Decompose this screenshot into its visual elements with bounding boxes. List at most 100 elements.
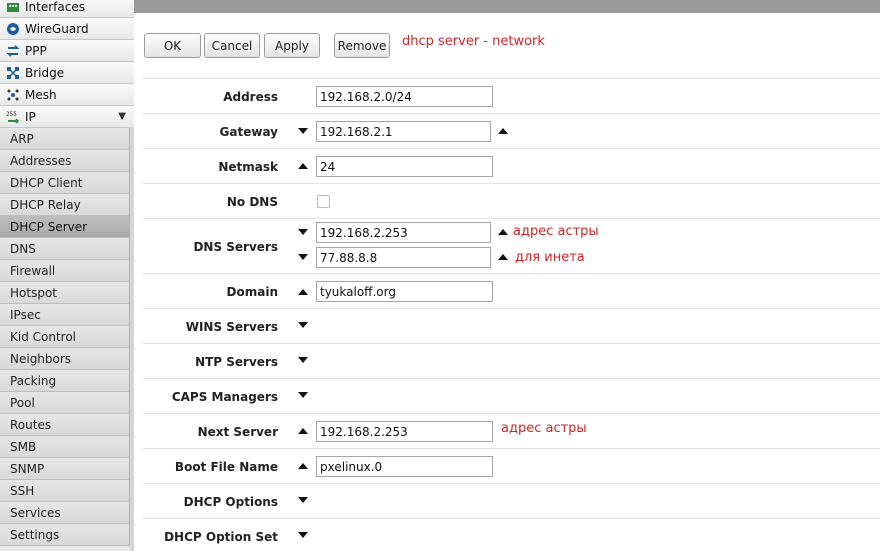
row-separator (143, 78, 880, 79)
sidebar-item-dhcp-client[interactable]: DHCP Client (0, 172, 130, 194)
row-separator (143, 448, 880, 449)
row-separator (143, 148, 880, 149)
domain-label: Domain (226, 285, 278, 299)
row-separator (143, 378, 880, 379)
boot-file-name-input[interactable]: pxelinux.0 (316, 456, 493, 477)
next-server-label: Next Server (197, 425, 278, 439)
dns-server-1-remove-icon[interactable] (298, 229, 308, 235)
gateway-input[interactable]: 192.168.2.1 (316, 121, 491, 142)
caps-managers-add-icon[interactable] (298, 392, 308, 398)
row-separator (143, 183, 880, 184)
submenu-edge (130, 127, 134, 551)
dns-server-1-add-icon[interactable] (498, 229, 508, 235)
ntp-servers-add-icon[interactable] (298, 357, 308, 363)
row-separator (143, 413, 880, 414)
row-separator (143, 518, 880, 519)
row-separator (143, 113, 880, 114)
sidebar-item-dhcp-relay[interactable]: DHCP Relay (0, 194, 130, 216)
row-separator (143, 218, 880, 219)
sidebar-item-services[interactable]: Services (0, 502, 130, 524)
sidebar-item-label: Bridge (25, 65, 65, 80)
netmask-expand-icon[interactable] (298, 163, 308, 169)
sidebar-item-ipsec[interactable]: IPsec (0, 304, 130, 326)
window-top-strip (134, 0, 880, 13)
apply-button[interactable]: Apply (264, 33, 320, 58)
domain-input[interactable]: tyukaloff.org (316, 281, 493, 302)
ntp-servers-label: NTP Servers (195, 355, 278, 369)
row-separator (143, 273, 880, 274)
netmask-input[interactable]: 24 (316, 156, 493, 177)
dns-server-2-input[interactable]: 77.88.8.8 (316, 247, 491, 268)
sidebar-item-wireguard[interactable]: WireGuard (0, 18, 134, 40)
sidebar-item-dhcp-server[interactable]: DHCP Server (0, 216, 130, 238)
sidebar-item-label: Interfaces (25, 0, 85, 14)
address-label: Address (223, 90, 278, 104)
caps-managers-label: CAPS Managers (171, 390, 278, 404)
sidebar-item-arp[interactable]: ARP (0, 128, 130, 150)
gateway-add-icon[interactable] (498, 128, 508, 134)
sidebar-item-neighbors[interactable]: Neighbors (0, 348, 130, 370)
next-server-annotation: адрес астры (501, 421, 587, 436)
sidebar-item-hotspot[interactable]: Hotspot (0, 282, 130, 304)
netmask-label: Netmask (218, 160, 278, 174)
sidebar-item-bridge[interactable]: Bridge (0, 62, 134, 84)
svg-text:255: 255 (6, 111, 17, 118)
sidebar-item-ppp[interactable]: PPP (0, 40, 134, 62)
sidebar-item-dns[interactable]: DNS (0, 238, 130, 260)
sidebar-item-packing[interactable]: Packing (0, 370, 130, 392)
mesh-icon (6, 88, 20, 102)
no-dns-checkbox[interactable] (317, 195, 330, 208)
sidebar-item-ssh[interactable]: SSH (0, 480, 130, 502)
wins-servers-label: WINS Servers (185, 320, 278, 334)
dns-server-1-input[interactable]: 192.168.2.253 (316, 222, 491, 243)
ok-button[interactable]: OK (144, 33, 201, 58)
sidebar-item-label: PPP (25, 43, 47, 58)
address-input[interactable]: 192.168.2.0/24 (316, 86, 493, 107)
sidebar-item-mesh[interactable]: Mesh (0, 84, 134, 106)
ip-icon: 255 (6, 110, 20, 124)
row-separator (143, 343, 880, 344)
next-server-input[interactable]: 192.168.2.253 (316, 421, 493, 442)
dns-server-2-annotation: для инета (515, 250, 585, 265)
chevron-down-icon[interactable]: ▼ (118, 111, 126, 122)
boot-file-name-label: Boot File Name (174, 460, 278, 474)
bridge-icon (6, 66, 20, 80)
remove-button[interactable]: Remove (334, 33, 390, 58)
sidebar-item-label: Mesh (25, 87, 57, 102)
dhcp-options-add-icon[interactable] (298, 497, 308, 503)
cancel-button[interactable]: Cancel (204, 33, 260, 58)
next-server-expand-icon[interactable] (298, 428, 308, 434)
sidebar-item-firewall[interactable]: Firewall (0, 260, 130, 282)
sidebar-item-ip[interactable]: 255 IP ▼ (0, 106, 134, 128)
sidebar-item-addresses[interactable]: Addresses (0, 150, 130, 172)
domain-expand-icon[interactable] (298, 289, 308, 295)
sidebar-item-label: IP (25, 109, 36, 124)
sidebar-item-kid-control[interactable]: Kid Control (0, 326, 130, 348)
gateway-label: Gateway (219, 125, 278, 139)
sidebar-item-interfaces[interactable]: Interfaces (0, 0, 134, 18)
annotation-title: dhcp server - network (402, 34, 545, 49)
row-separator (143, 308, 880, 309)
sidebar-item-settings[interactable]: Settings (0, 524, 130, 546)
dhcp-options-label: DHCP Options (183, 495, 278, 509)
boot-file-name-expand-icon[interactable] (298, 463, 308, 469)
wireguard-icon (6, 22, 20, 36)
sidebar-item-pool[interactable]: Pool (0, 392, 130, 414)
dns-server-2-remove-icon[interactable] (298, 254, 308, 260)
sidebar-item-routes[interactable]: Routes (0, 414, 130, 436)
sidebar: Interfaces WireGuard PPP Bridge Mesh 255… (0, 0, 134, 551)
wins-servers-add-icon[interactable] (298, 322, 308, 328)
ppp-icon (6, 44, 20, 58)
gateway-remove-icon[interactable] (298, 128, 308, 134)
dhcp-option-set-add-icon[interactable] (298, 532, 308, 538)
dhcp-option-set-label: DHCP Option Set (164, 530, 278, 544)
sidebar-item-snmp[interactable]: SNMP (0, 458, 130, 480)
interfaces-icon (6, 0, 20, 14)
sidebar-item-label: WireGuard (25, 21, 89, 36)
sidebar-item-smb[interactable]: SMB (0, 436, 130, 458)
dns-server-1-annotation: адрес астры (513, 224, 599, 239)
no-dns-label: No DNS (226, 195, 278, 209)
dns-servers-label: DNS Servers (193, 240, 278, 254)
dns-server-2-add-icon[interactable] (498, 254, 508, 260)
row-separator (143, 483, 880, 484)
